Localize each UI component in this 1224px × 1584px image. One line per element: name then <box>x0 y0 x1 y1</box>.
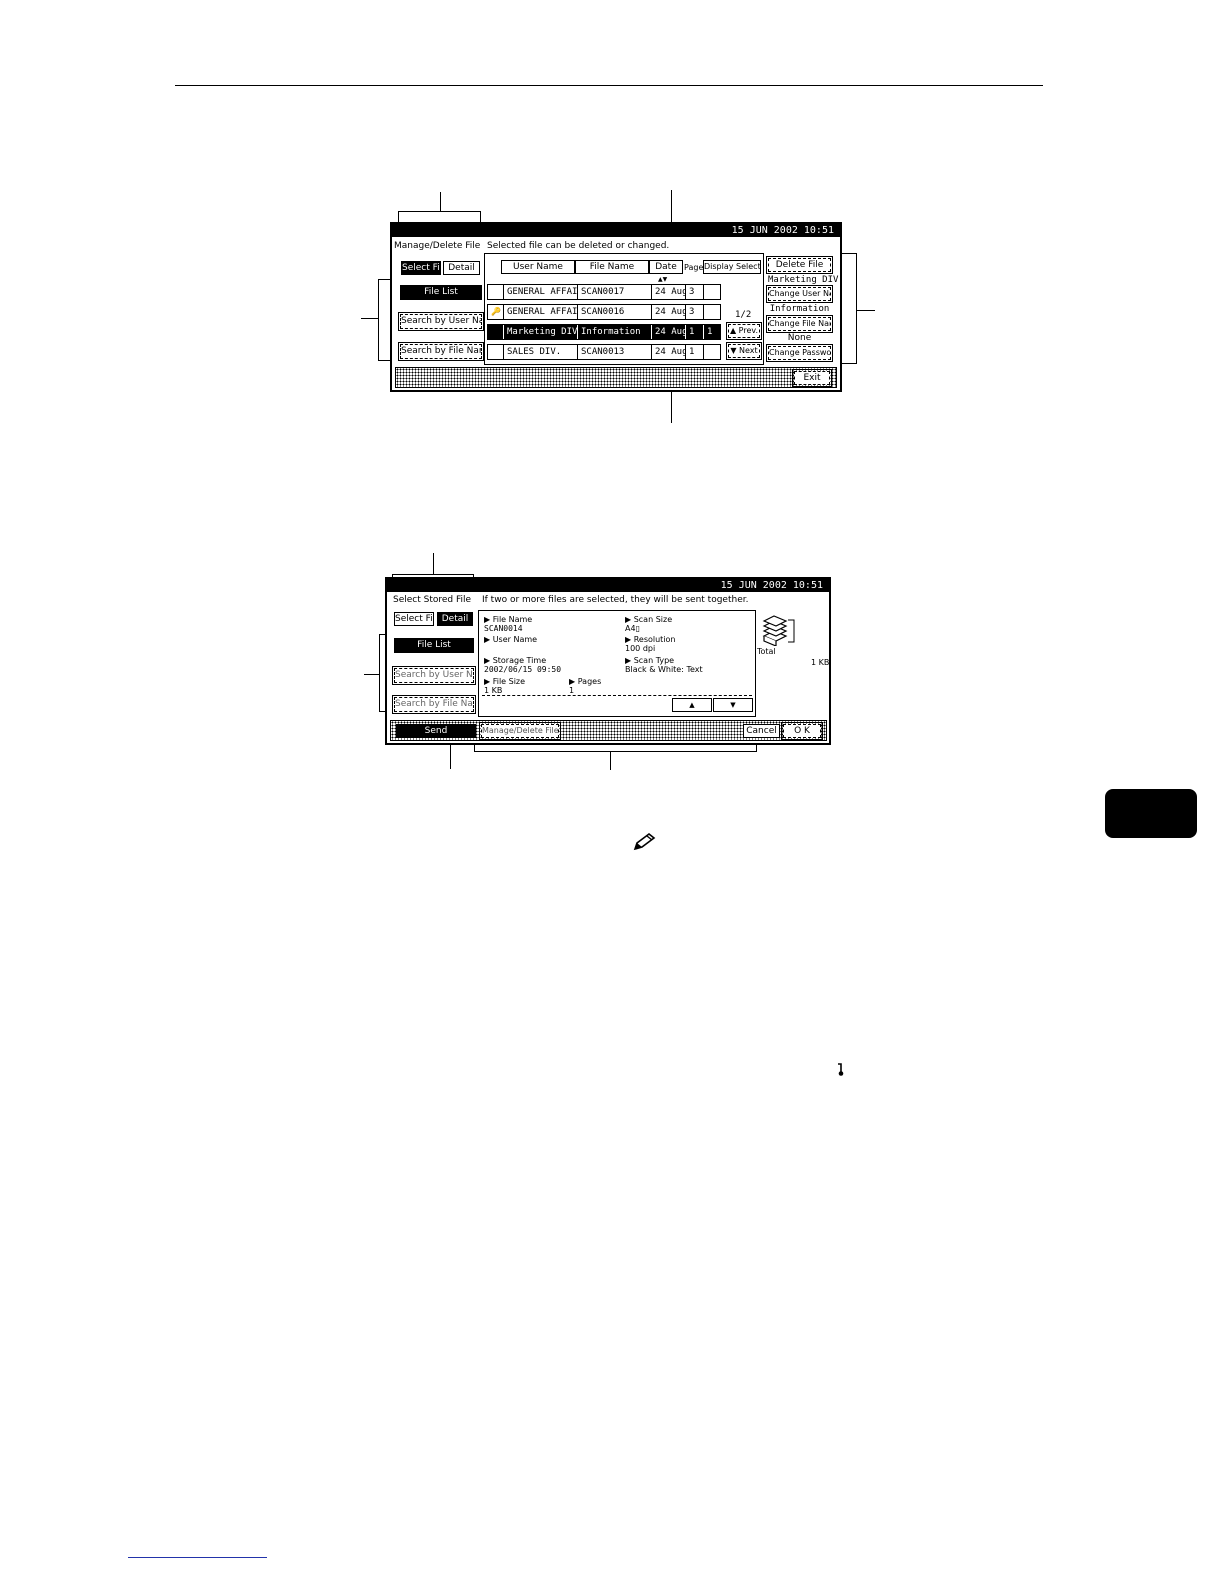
current-password: None <box>787 333 812 343</box>
manage-delete-file-button[interactable]: Manage/Delete File <box>479 722 561 740</box>
row-user: GENERAL AFFAIRS <box>504 285 578 299</box>
row-icon <box>488 285 504 299</box>
file-name-value: SCAN0014 <box>484 624 523 633</box>
file-row[interactable]: GENERAL AFFAIRS SCAN0017 24 Aug 3 <box>487 284 721 300</box>
key-icon <box>838 1063 844 1076</box>
header-user-name[interactable]: User Name <box>501 260 575 274</box>
callout-line <box>857 310 875 311</box>
tab-select-file[interactable]: Select File <box>401 261 441 275</box>
row-date: 24 Aug <box>652 305 686 319</box>
header-date[interactable]: Date <box>649 260 683 274</box>
file-list-button[interactable]: File List <box>400 285 482 300</box>
search-by-file-name-button[interactable]: Search by File Name <box>392 695 476 714</box>
tab-detail[interactable]: Detail <box>437 612 473 626</box>
callout-line <box>610 752 611 770</box>
datetime: 15 JUN 2002 10:51 <box>387 579 829 592</box>
row-extra: 1 <box>707 327 713 337</box>
row-icon <box>488 345 504 359</box>
select-stored-file-screen: 15 JUN 2002 10:51 Select Stored File If … <box>385 577 831 745</box>
tab-select-file[interactable]: Select File <box>394 612 434 626</box>
change-user-name-button[interactable]: Change User Name <box>766 285 833 303</box>
search-by-file-name-button[interactable]: Search by File Name <box>398 342 484 361</box>
prev-button[interactable]: ▲ Prev. <box>726 322 762 340</box>
delete-file-button[interactable]: Delete File <box>766 256 833 274</box>
scan-type-value: Black & White: Text <box>625 665 703 674</box>
row-extra <box>704 305 720 319</box>
resolution-value: 100 dpi <box>625 644 656 653</box>
file-list-area: User Name File Name Date Pages Display S… <box>484 253 764 365</box>
screen-title: Manage/Delete File <box>394 241 481 251</box>
change-file-name-button[interactable]: Change File Name <box>766 315 833 333</box>
file-stack-icon <box>762 615 795 646</box>
row-pages: 3 <box>686 305 704 319</box>
row-date: 24 Aug <box>652 325 686 339</box>
pencil-icon <box>633 832 656 851</box>
scan-size-value: A4▯ <box>625 624 640 633</box>
search-by-user-name-button[interactable]: Search by User Name <box>398 312 484 331</box>
screen-message: If two or more files are selected, they … <box>482 595 749 605</box>
screen-title: Select Stored File <box>393 595 472 605</box>
row-extra <box>704 345 720 359</box>
header-file-name[interactable]: File Name <box>575 260 649 274</box>
header-rule <box>175 85 1043 86</box>
row-user: Marketing DIV. <box>504 325 578 339</box>
row-file: SCAN0016 <box>578 305 652 319</box>
exit-button[interactable]: Exit <box>792 369 832 387</box>
total-label: Total <box>757 647 776 656</box>
row-file: Information <box>578 325 652 339</box>
row-user: SALES DIV. <box>504 345 578 359</box>
scroll-up-button[interactable]: ▲ <box>672 698 712 712</box>
callout-line <box>364 674 379 675</box>
total-value: 1 KB <box>811 658 830 667</box>
next-button[interactable]: ▼ Next <box>726 342 762 360</box>
scroll-down-button[interactable]: ▼ <box>713 698 753 712</box>
callout-line <box>440 192 441 212</box>
file-details-area: ▶ File Name SCAN0014 ▶ Scan Size A4▯ ▶ U… <box>478 610 756 717</box>
file-row-selected[interactable]: Marketing DIV. Information 24 Aug 1 1 <box>487 324 721 340</box>
callout-line <box>433 553 434 575</box>
bottom-bar <box>395 367 837 388</box>
send-button[interactable]: Send <box>396 724 476 738</box>
file-list-button[interactable]: File List <box>394 638 474 653</box>
tab-detail[interactable]: Detail <box>443 261 480 275</box>
row-file: SCAN0013 <box>578 345 652 359</box>
row-user: GENERAL AFFAIRS <box>504 305 578 319</box>
current-file-name: Information <box>769 304 830 314</box>
row-pages: 1 <box>686 345 704 359</box>
screen-message: Selected file can be deleted or changed. <box>487 241 670 251</box>
file-row[interactable]: 🔑 GENERAL AFFAIRS SCAN0016 24 Aug 3 <box>487 304 721 320</box>
storage-time-value: 2002/06/15 09:50 <box>484 665 562 674</box>
page-indicator: 1/2 <box>735 310 752 320</box>
row-pages: 1 <box>686 325 704 339</box>
search-by-user-name-button[interactable]: Search by User Name <box>392 666 476 685</box>
change-password-button[interactable]: Change Password <box>766 344 833 362</box>
row-date: 24 Aug <box>652 345 686 359</box>
user-name-label: ▶ User Name <box>484 635 538 644</box>
ok-button[interactable]: O K <box>781 722 823 740</box>
display-selection-button[interactable]: Display Selection <box>703 260 761 274</box>
row-pages: 3 <box>686 285 704 299</box>
callout-line <box>361 318 378 319</box>
datetime: 15 JUN 2002 10:51 <box>392 224 840 237</box>
row-file: SCAN0017 <box>578 285 652 299</box>
key-icon: 🔑 <box>488 305 504 319</box>
file-row[interactable]: SALES DIV. SCAN0013 24 Aug 1 <box>487 344 721 360</box>
row-date: 24 Aug <box>652 285 686 299</box>
divider <box>482 695 752 696</box>
row-icon <box>488 325 504 339</box>
footer-link-underline <box>128 1557 267 1558</box>
cancel-button[interactable]: Cancel <box>743 724 780 738</box>
chapter-tab <box>1105 789 1197 838</box>
manage-delete-screen: 15 JUN 2002 10:51 Manage/Delete File Sel… <box>390 222 844 392</box>
current-user-name: Marketing DIV. <box>768 275 844 285</box>
row-extra <box>704 285 720 299</box>
